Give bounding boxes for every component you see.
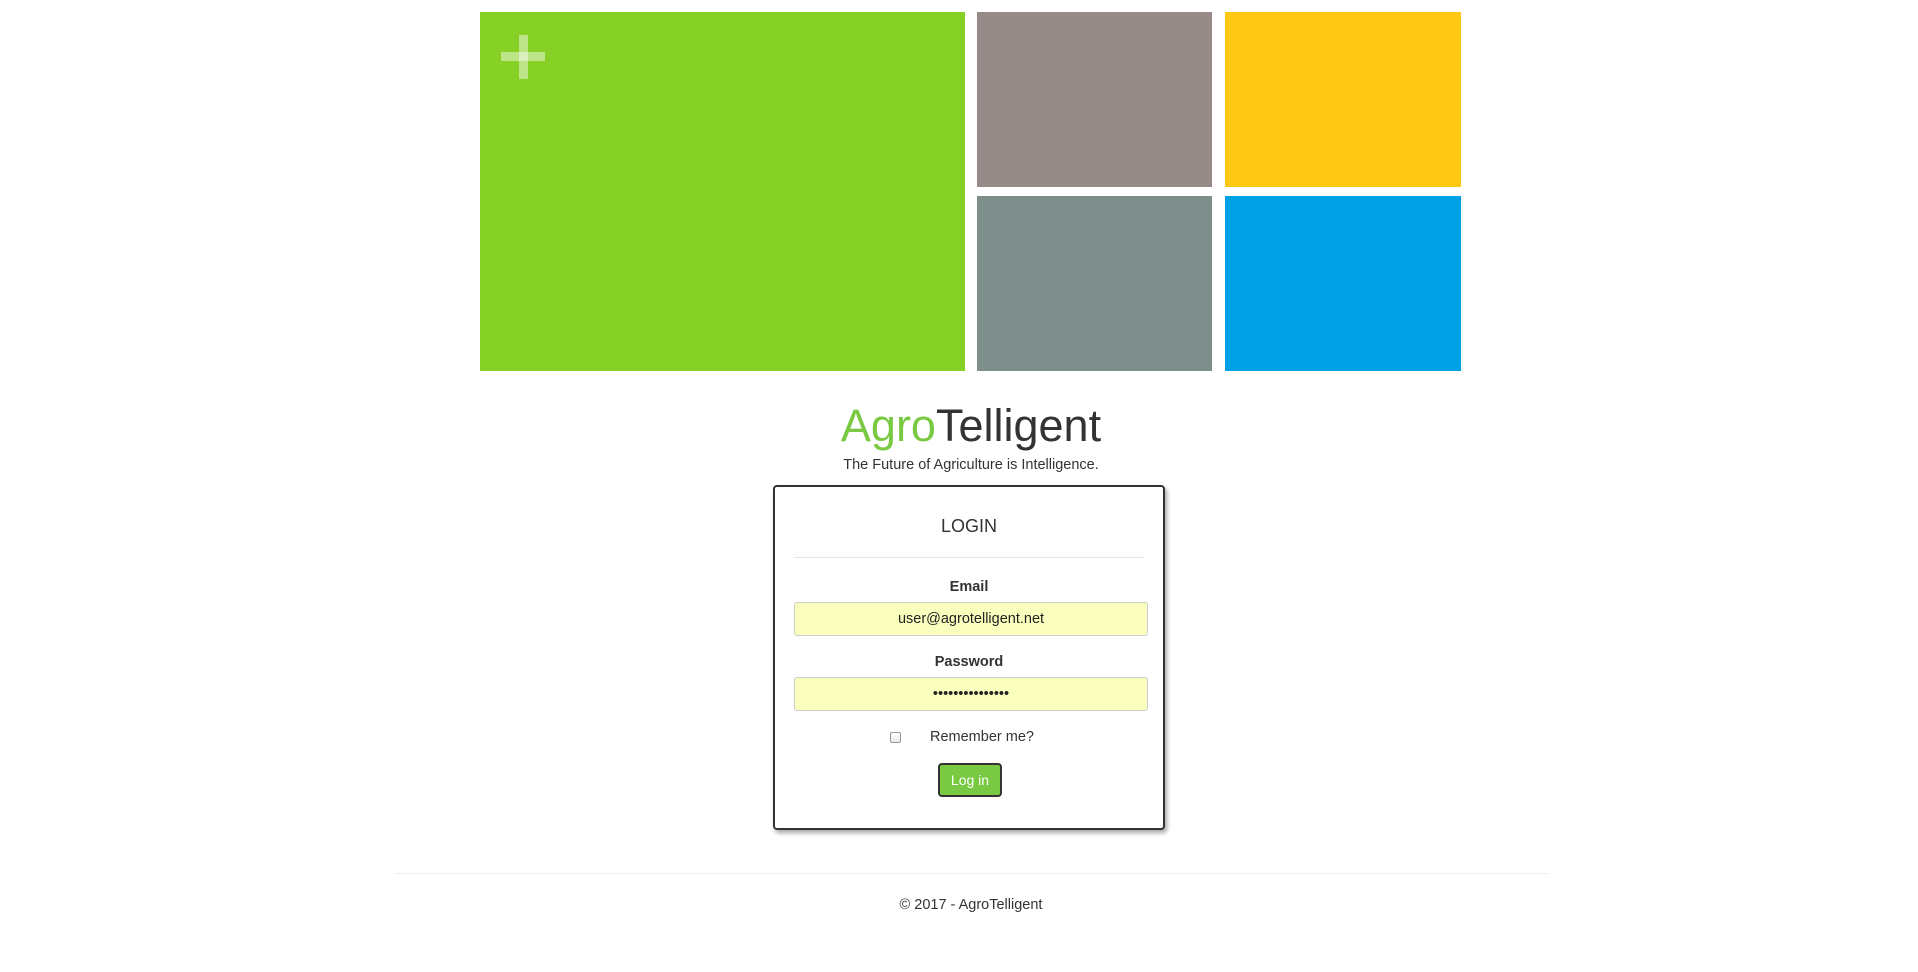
tile-green (480, 12, 965, 371)
tile-yellow (1225, 12, 1461, 187)
login-divider (794, 557, 1144, 558)
footer-divider (394, 873, 1549, 874)
remember-me-row: Remember me? (775, 728, 1163, 748)
tagline: The Future of Agriculture is Intelligenc… (843, 457, 1099, 473)
brand-logo: AgroTelligent (0, 400, 1918, 452)
remember-me-checkbox[interactable] (890, 732, 901, 743)
login-page: AgroTelligent The Future of Agriculture … (0, 0, 1918, 972)
tile-slate (977, 196, 1212, 371)
remember-me-label[interactable]: Remember me? (930, 729, 1034, 745)
login-panel: LOGIN Email Password Remember me? Log in (773, 485, 1165, 830)
brand-part-telligent: Telligent (935, 400, 1102, 451)
email-label: Email (949, 579, 989, 595)
tile-taupe (977, 12, 1212, 187)
login-title: LOGIN (940, 516, 997, 536)
tile-blue (1225, 196, 1461, 371)
brand-part-agro: Agro (840, 400, 936, 451)
password-label: Password (934, 654, 1004, 670)
password-field[interactable] (794, 677, 1148, 711)
login-button[interactable]: Log in (938, 763, 1002, 797)
plus-icon (501, 35, 545, 79)
email-field[interactable] (794, 602, 1148, 636)
footer-copyright: © 2017 - AgroTelligent (899, 897, 1043, 913)
